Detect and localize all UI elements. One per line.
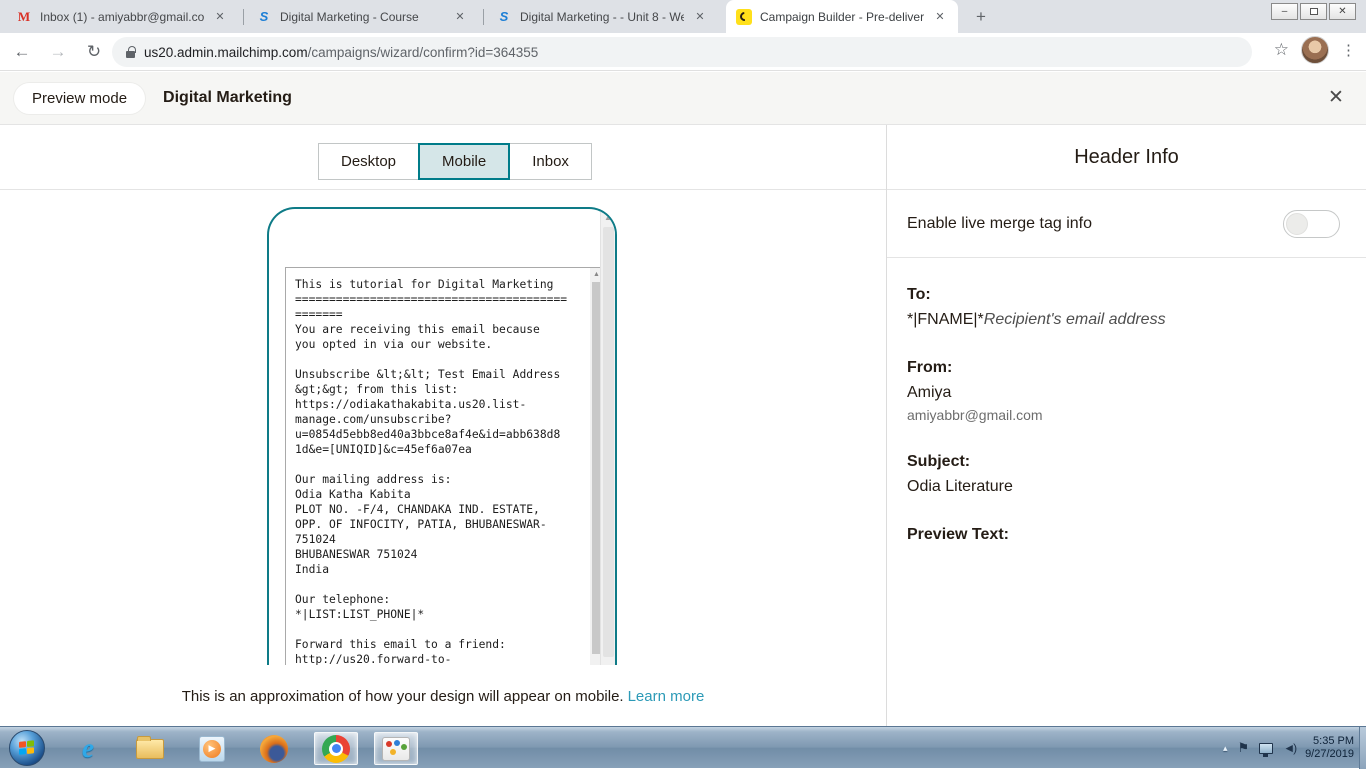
speaker-icon[interactable]: ◄) xyxy=(1283,741,1295,755)
note-text: This is an approximation of how your des… xyxy=(182,688,624,705)
back-button[interactable]: ← xyxy=(8,38,36,66)
profile-avatar[interactable] xyxy=(1301,36,1329,64)
chrome-icon xyxy=(322,735,350,763)
tab-digital-marketing-unit8[interactable]: S Digital Marketing - - Unit 8 - We ✕ xyxy=(486,0,718,33)
scribd-icon: S xyxy=(496,9,512,25)
email-content-box: This is tutorial for Digital Marketing =… xyxy=(285,267,604,665)
device-segmented-control: Desktop Mobile Inbox xyxy=(318,143,592,180)
clock-date: 9/27/2019 xyxy=(1305,748,1354,761)
from-email: amiyabbr@gmail.com xyxy=(907,407,1346,423)
preview-text-block: Preview Text: xyxy=(907,526,1346,544)
restore-icon xyxy=(1310,8,1318,15)
tab-digital-marketing-course[interactable]: S Digital Marketing - Course ✕ xyxy=(246,0,478,33)
taskbar-firefox[interactable] xyxy=(252,732,296,765)
scrollbar-thumb[interactable] xyxy=(603,227,614,657)
browser-tab-strip: M Inbox (1) - amiyabbr@gmail.com ✕ S Dig… xyxy=(0,0,1366,33)
device-toggle-row: Desktop Mobile Inbox xyxy=(0,125,886,190)
header-info-fields: To: *|FNAME|*Recipient's email address F… xyxy=(887,258,1366,544)
new-tab-button[interactable]: + xyxy=(968,4,994,30)
tab-separator xyxy=(243,9,244,25)
toggle-knob xyxy=(1286,213,1308,235)
taskbar-clock[interactable]: 5:35 PM 9/27/2019 xyxy=(1305,735,1358,761)
to-block: To: *|FNAME|*Recipient's email address xyxy=(907,286,1346,329)
header-info-title: Header Info xyxy=(887,125,1366,190)
mailchimp-icon xyxy=(736,9,752,25)
from-label: From: xyxy=(907,359,1346,377)
action-center-flag-icon[interactable]: ⚑ xyxy=(1238,740,1250,756)
url-path: /campaigns/wizard/confirm?id=364355 xyxy=(308,45,539,60)
email-plaintext-content: This is tutorial for Digital Marketing =… xyxy=(295,277,583,665)
preview-mode-bar: Preview mode Digital Marketing ✕ xyxy=(0,72,1366,125)
tab-campaign-builder-active[interactable]: Campaign Builder - Pre-delivery ( ✕ xyxy=(726,0,958,33)
forward-button[interactable]: → xyxy=(44,38,72,66)
subject-value: Odia Literature xyxy=(907,478,1346,496)
restore-button[interactable] xyxy=(1300,3,1327,20)
url-domain: us20.admin.mailchimp.com xyxy=(144,45,308,60)
reload-button[interactable]: ↻ xyxy=(80,38,108,66)
scribd-icon: S xyxy=(256,9,272,25)
close-window-button[interactable]: ✕ xyxy=(1329,3,1356,20)
close-tab-icon[interactable]: ✕ xyxy=(692,9,708,25)
close-preview-icon[interactable]: ✕ xyxy=(1324,86,1348,109)
taskbar-media-player[interactable]: ▶ xyxy=(190,732,234,765)
campaign-title: Digital Marketing xyxy=(163,89,292,107)
to-merge-tag: *|FNAME|* xyxy=(907,311,984,328)
preview-pane: Desktop Mobile Inbox This is tutorial fo… xyxy=(0,125,886,726)
learn-more-link[interactable]: Learn more xyxy=(628,688,705,705)
paint-icon xyxy=(382,737,410,761)
to-hint: Recipient's email address xyxy=(984,311,1166,328)
taskbar-internet-explorer[interactable]: e xyxy=(66,732,110,765)
taskbar-paint-active[interactable] xyxy=(374,732,418,765)
merge-tag-toggle[interactable] xyxy=(1283,210,1340,238)
clock-time: 5:35 PM xyxy=(1305,735,1354,748)
network-icon[interactable] xyxy=(1259,743,1273,754)
lock-icon[interactable] xyxy=(126,51,135,58)
from-block: From: Amiya amiyabbr@gmail.com xyxy=(907,359,1346,423)
close-tab-icon[interactable]: ✕ xyxy=(212,9,228,25)
window-controls: – ✕ xyxy=(1271,3,1356,20)
preview-text-label: Preview Text: xyxy=(907,526,1346,544)
inbox-toggle-button[interactable]: Inbox xyxy=(510,143,592,180)
subject-label: Subject: xyxy=(907,453,1346,471)
mobile-phone-frame: This is tutorial for Digital Marketing =… xyxy=(267,207,617,665)
system-tray: ▴ ⚑ ◄) 5:35 PM 9/27/2019 xyxy=(1223,727,1358,769)
chrome-menu-icon[interactable]: ⋮ xyxy=(1341,41,1356,59)
url-text[interactable]: us20.admin.mailchimp.com/campaigns/wizar… xyxy=(144,45,538,60)
preview-scrollbar[interactable]: ▲ xyxy=(600,209,615,665)
show-desktop-button[interactable] xyxy=(1359,727,1366,769)
gmail-icon: M xyxy=(16,9,32,25)
internet-explorer-icon: e xyxy=(82,733,94,764)
windows-taskbar: e ▶ ▴ ⚑ ◄) 5:35 PM 9/27/2019 xyxy=(0,726,1366,768)
tab-title: Digital Marketing - - Unit 8 - We xyxy=(520,10,684,24)
scroll-up-icon[interactable]: ▲ xyxy=(601,209,615,222)
minimize-button[interactable]: – xyxy=(1271,3,1298,20)
taskbar-chrome-active[interactable] xyxy=(314,732,358,765)
windows-logo-icon xyxy=(19,740,35,756)
media-player-icon: ▶ xyxy=(199,736,225,762)
mobile-toggle-button[interactable]: Mobile xyxy=(418,143,510,180)
start-button[interactable] xyxy=(9,730,45,766)
bookmark-star-icon[interactable]: ☆ xyxy=(1274,40,1289,60)
address-bar[interactable]: us20.admin.mailchimp.com/campaigns/wizar… xyxy=(112,37,1252,67)
merge-tag-row: Enable live merge tag info xyxy=(887,190,1366,258)
tab-title: Digital Marketing - Course xyxy=(280,10,444,24)
taskbar-file-explorer[interactable] xyxy=(128,732,172,765)
tab-separator xyxy=(483,9,484,25)
preview-mode-badge: Preview mode xyxy=(14,83,145,114)
to-label: To: xyxy=(907,286,1346,304)
subject-block: Subject: Odia Literature xyxy=(907,453,1346,496)
tab-title: Inbox (1) - amiyabbr@gmail.com xyxy=(40,10,204,24)
mobile-approximation-note: This is an approximation of how your des… xyxy=(0,688,886,705)
merge-toggle-label: Enable live merge tag info xyxy=(907,215,1092,233)
from-name: Amiya xyxy=(907,384,1346,402)
header-info-panel: Header Info Enable live merge tag info T… xyxy=(886,125,1366,726)
close-tab-icon[interactable]: ✕ xyxy=(932,9,948,25)
close-tab-icon[interactable]: ✕ xyxy=(452,9,468,25)
show-hidden-icons[interactable]: ▴ xyxy=(1223,743,1228,754)
folder-icon xyxy=(136,739,164,759)
firefox-icon xyxy=(260,735,288,763)
tab-gmail-inbox[interactable]: M Inbox (1) - amiyabbr@gmail.com ✕ xyxy=(6,0,238,33)
tab-title: Campaign Builder - Pre-delivery ( xyxy=(760,10,924,24)
desktop-toggle-button[interactable]: Desktop xyxy=(318,143,418,180)
